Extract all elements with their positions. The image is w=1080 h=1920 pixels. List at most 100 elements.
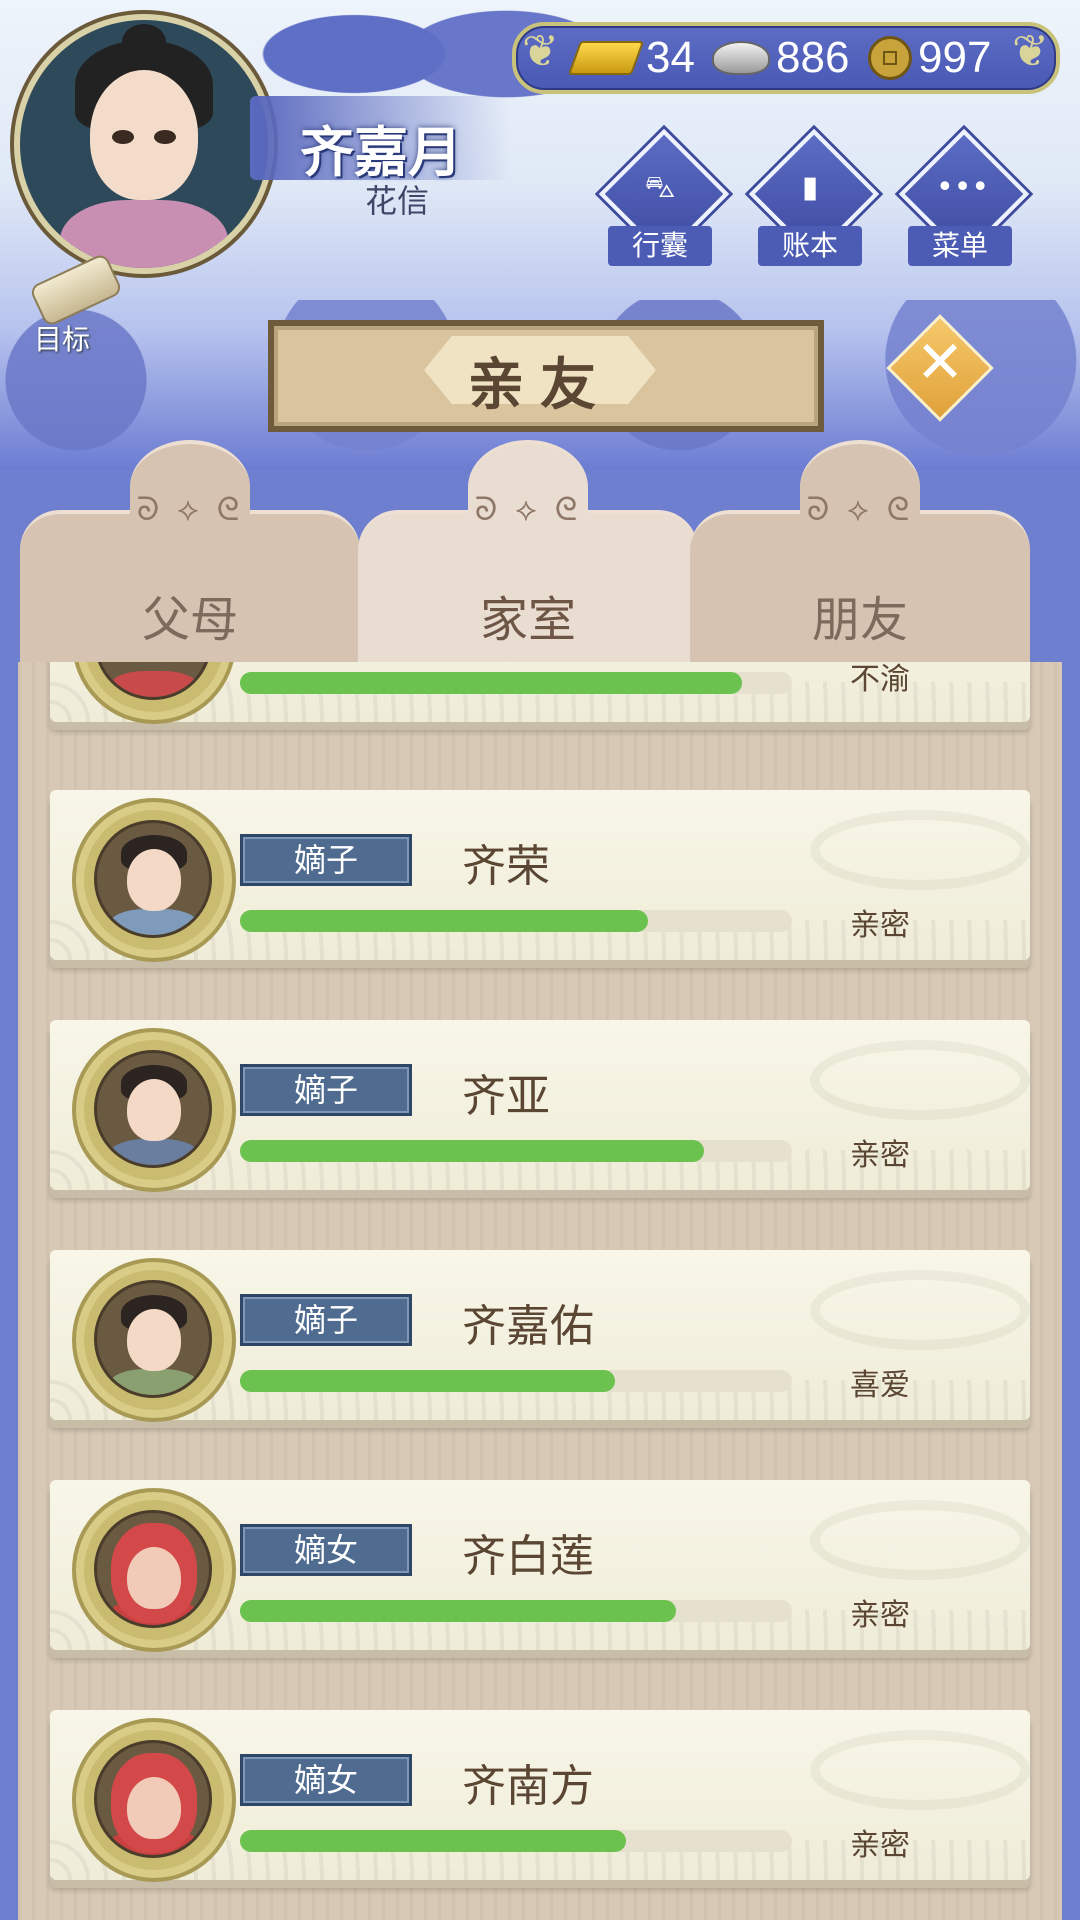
tab-label: 父母 <box>141 592 238 648</box>
affection-bar-fill <box>240 1140 704 1162</box>
list-item[interactable]: 嫡子 齐亚 亲密 <box>50 1020 1030 1212</box>
member-name: 齐嘉佑 <box>462 1301 594 1352</box>
relation-tag: 嫡子 <box>240 834 412 886</box>
affection-bar <box>240 1370 792 1392</box>
player-avatar[interactable] <box>14 14 274 274</box>
currency-bar: ❦ 34 886 997 ❦ <box>512 22 1060 94</box>
portrait-robe <box>109 909 199 935</box>
affection-bar-fill <box>240 672 743 694</box>
portrait-inner <box>94 1050 212 1168</box>
bamboo-icon: ❦ <box>522 26 559 77</box>
relation-tag: 嫡子 <box>240 1294 412 1346</box>
more-dots-icon: ••• <box>936 170 990 205</box>
relation-tag: 嫡女 <box>240 1524 412 1576</box>
ledger-icon: ▮ <box>801 170 819 205</box>
close-icon[interactable]: ✕ <box>900 322 980 402</box>
panel-title: 亲友 <box>468 353 612 418</box>
portrait-face <box>127 849 181 911</box>
portrait-face <box>127 1547 181 1609</box>
tab-friends[interactable]: ᘐ ⟡ ᘓ 朋友 <box>690 440 1030 674</box>
portrait <box>72 1718 236 1882</box>
portrait-robe <box>109 671 199 697</box>
affection-bar-fill <box>240 910 649 932</box>
affection-bar <box>240 1600 792 1622</box>
affection-bar <box>240 910 792 932</box>
member-name: 齐白莲 <box>462 1531 594 1582</box>
list-item[interactable]: 嫡子 齐荣 亲密 <box>50 790 1030 982</box>
list-item[interactable]: 嫡子 齐嘉佑 喜爱 <box>50 1250 1030 1442</box>
relation-status: 亲密 <box>850 1828 910 1863</box>
portrait-inner <box>94 662 212 700</box>
portrait <box>72 1028 236 1192</box>
silver-ingot-icon <box>712 41 770 75</box>
swirl-decoration <box>810 810 1030 890</box>
portrait <box>72 1258 236 1422</box>
portrait-inner <box>94 1510 212 1628</box>
list-item[interactable]: 不渝 <box>50 662 1030 744</box>
gold-value: 34 <box>646 33 695 82</box>
relation-status: 喜爱 <box>850 1368 910 1403</box>
member-name: 齐荣 <box>462 841 550 892</box>
bag-button[interactable]: ⛍ 行囊 <box>598 128 730 278</box>
portrait <box>72 798 236 962</box>
menu-label: 菜单 <box>908 226 1012 266</box>
relation-tag: 嫡子 <box>240 1064 412 1116</box>
cloud-swirl-icon: ᘐ ⟡ ᘓ <box>474 490 582 528</box>
gold-counter: 34 <box>567 32 695 84</box>
avatar-eye <box>112 130 134 144</box>
player-title: 花信 <box>365 182 430 220</box>
relation-status: 不渝 <box>850 662 910 697</box>
swirl-decoration <box>810 1270 1030 1350</box>
affection-bar-fill <box>240 1370 616 1392</box>
bag-icon: ⛍ <box>644 170 676 205</box>
relation-tag: 嫡女 <box>240 1754 412 1806</box>
portrait-robe <box>109 1139 199 1165</box>
affection-bar-fill <box>240 1830 627 1852</box>
cloud-swirl-icon: ᘐ ⟡ ᘓ <box>806 490 914 528</box>
relation-status: 亲密 <box>850 908 910 943</box>
bamboo-icon: ❦ <box>1012 26 1049 77</box>
affection-bar <box>240 672 792 694</box>
portrait-face <box>127 1079 181 1141</box>
ledger-label: 账本 <box>758 226 862 266</box>
member-name: 齐亚 <box>462 1071 550 1122</box>
silver-value: 886 <box>776 33 850 82</box>
ledger-button[interactable]: ▮ 账本 <box>748 128 880 278</box>
portrait-face <box>127 1309 181 1371</box>
portrait-face <box>127 1777 181 1839</box>
portrait-inner <box>94 1740 212 1858</box>
swirl-decoration <box>810 1040 1030 1120</box>
avatar-face <box>90 70 198 200</box>
menu-button[interactable]: ••• 菜单 <box>898 128 1030 278</box>
affection-bar-fill <box>240 1600 677 1622</box>
panel-title-plaque: 亲友 <box>268 320 824 432</box>
affection-bar <box>240 1830 792 1852</box>
affection-bar <box>240 1140 792 1162</box>
list-item[interactable]: 嫡女 齐白莲 亲密 <box>50 1480 1030 1672</box>
silver-counter: 886 <box>712 32 849 84</box>
tab-parents[interactable]: ᘐ ⟡ ᘓ 父母 <box>20 440 360 674</box>
avatar-eye <box>154 130 176 144</box>
copper-coin-icon <box>868 36 912 80</box>
portrait <box>72 1488 236 1652</box>
goal-label: 目标 <box>34 323 91 356</box>
tab-family[interactable]: ᘐ ⟡ ᘓ 家室 <box>358 440 698 674</box>
coin-counter: 997 <box>868 32 991 84</box>
coin-value: 997 <box>918 33 992 82</box>
relation-status: 亲密 <box>850 1598 910 1633</box>
tab-label: 家室 <box>479 592 576 648</box>
relation-status: 亲密 <box>850 1138 910 1173</box>
goal-button[interactable]: 目标 <box>14 252 124 358</box>
member-name: 齐南方 <box>462 1761 594 1812</box>
list-item[interactable]: 嫡女 齐南方 亲密 <box>50 1710 1030 1902</box>
portrait-inner <box>94 1280 212 1398</box>
swirl-decoration <box>810 1730 1030 1810</box>
portrait-inner <box>94 820 212 938</box>
avatar-bun <box>122 24 166 60</box>
cloud-swirl-icon: ᘐ ⟡ ᘓ <box>136 490 244 528</box>
tab-label: 朋友 <box>811 592 908 648</box>
relations-list[interactable]: 不渝 嫡子 齐荣 亲密 嫡子 齐亚 亲密 嫡子 齐嘉佑 喜爱 嫡女 齐白莲 亲密… <box>18 662 1062 1920</box>
portrait-robe <box>109 1369 199 1395</box>
bag-label: 行囊 <box>608 226 712 266</box>
gold-ingot-icon <box>567 41 645 75</box>
